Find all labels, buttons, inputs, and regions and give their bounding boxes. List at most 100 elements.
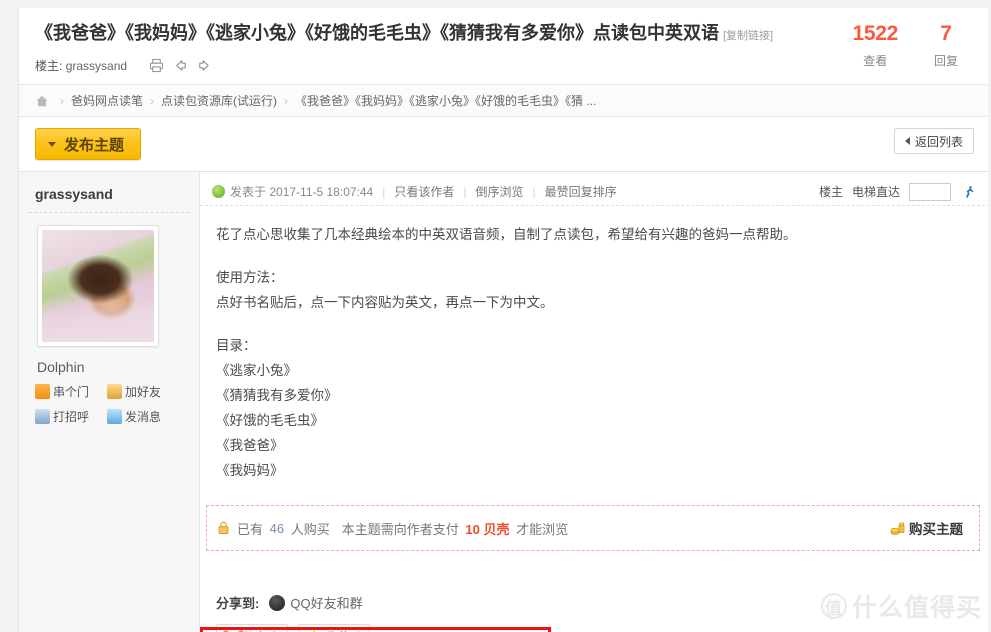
post-main: 发表于 2017-11-5 18:07:44 | 只看该作者 | 倒序浏览 | … bbox=[200, 172, 990, 632]
replies-count: 7 bbox=[940, 22, 952, 45]
meta-separator-1: | bbox=[382, 184, 386, 199]
post-meta-right: 楼主 电梯直达 bbox=[818, 182, 976, 201]
only-author-link[interactable]: 只看该作者 bbox=[394, 183, 454, 200]
breadcrumb-item-0[interactable]: 爸妈网点读笔 bbox=[71, 92, 143, 109]
add-friend-label: 加好友 bbox=[125, 385, 162, 399]
meta-separator-2: | bbox=[463, 184, 467, 199]
best-reply-order-link[interactable]: 最赞回复排序 bbox=[545, 183, 617, 200]
elevator-label: 电梯直达 bbox=[851, 185, 900, 199]
breadcrumb-separator: › bbox=[60, 93, 64, 108]
thread-counters: 1522 查看 7 回复 bbox=[852, 22, 966, 69]
handshake-icon bbox=[107, 384, 122, 399]
usage-title: 使用方法： bbox=[216, 270, 284, 285]
share-button-label: 分享 bbox=[242, 627, 267, 632]
thread-title-text: 《我爸爸》《我妈妈》《逃家小兔》《好饿的毛毛虫》《猜猜我有多爱你》点读包中英双语 bbox=[35, 23, 719, 43]
purchase-notice: 已有 46 人购买 本主题需向作者支付 10 贝壳 才能浏览 购买主题 bbox=[206, 505, 980, 551]
share-label: 分享到: bbox=[216, 596, 260, 611]
replies-label: 回复 bbox=[933, 54, 958, 68]
watermark: 值 什么值得买 bbox=[820, 588, 982, 624]
toc-title: 目录： bbox=[216, 338, 257, 353]
post-meta-bar: 发表于 2017-11-5 18:07:44 | 只看该作者 | 倒序浏览 | … bbox=[200, 178, 990, 206]
author-rank: Dolphin bbox=[37, 359, 85, 375]
breadcrumb-separator-2: › bbox=[150, 93, 155, 108]
buyers-text-after: 人购买 bbox=[290, 521, 330, 537]
breadcrumb: › 爸妈网点读笔 › 点读包资源库(试运行) › 《我爸爸》《我妈妈》《逃家小兔… bbox=[19, 85, 990, 117]
post-container: grassysand Dolphin 串个门 加好友 打招呼 发消息 发表于 2… bbox=[19, 171, 990, 632]
envelope-icon bbox=[107, 409, 122, 424]
thread-subline: 楼主: grassysand bbox=[35, 57, 974, 74]
watermark-text: 什么值得买 bbox=[851, 594, 982, 622]
send-message-link[interactable]: 发消息 bbox=[107, 408, 185, 425]
reverse-order-link[interactable]: 倒序浏览 bbox=[476, 183, 524, 200]
post-intro: 花了点心思收集了几本经典绘本的中英双语音频，自制了点读包，希望给有兴趣的爸妈一点… bbox=[216, 227, 797, 242]
buy-topic-button[interactable]: 购买主题 bbox=[890, 518, 963, 538]
action-bar: 发布主题 返回列表 bbox=[19, 117, 990, 171]
views-count: 1522 bbox=[852, 22, 898, 45]
favorite-button[interactable]: 收藏 4 bbox=[297, 624, 371, 632]
buyers-text-before: 已有 bbox=[237, 521, 264, 537]
author-username[interactable]: grassysand bbox=[35, 186, 185, 202]
page-title: 《我爸爸》《我妈妈》《逃家小兔》《好饿的毛毛虫》《猜猜我有多爱你》点读包中英双语… bbox=[35, 22, 974, 47]
back-to-list-label: 返回列表 bbox=[914, 134, 963, 149]
author-card: grassysand Dolphin 串个门 加好友 打招呼 发消息 bbox=[19, 172, 200, 632]
greet-link[interactable]: 打招呼 bbox=[35, 408, 101, 425]
price-value: 10 贝壳 bbox=[465, 521, 510, 537]
avatar-image bbox=[42, 230, 154, 342]
replies-counter: 7 回复 bbox=[926, 22, 966, 69]
send-message-label: 发消息 bbox=[125, 410, 162, 424]
greet-label: 打招呼 bbox=[53, 410, 90, 424]
breadcrumb-current: 《我爸爸》《我妈妈》《逃家小兔》《好饿的毛毛虫》《猜 ... bbox=[295, 94, 597, 108]
toc-item: 《我妈妈》 bbox=[216, 463, 284, 478]
breadcrumb-separator-3: › bbox=[284, 93, 289, 108]
prev-arrow-icon[interactable] bbox=[173, 58, 188, 73]
share-buttons: 分享 0 收藏 4 bbox=[216, 624, 990, 632]
thread-author-prefix: 楼主: bbox=[35, 59, 63, 73]
share-button[interactable]: 分享 0 bbox=[216, 624, 288, 632]
visit-home-link[interactable]: 串个门 bbox=[35, 383, 101, 400]
requirement-prefix: 本主题需向作者支付 bbox=[341, 521, 459, 537]
run-jump-icon[interactable] bbox=[960, 184, 976, 200]
qq-penguin-icon[interactable] bbox=[269, 594, 286, 611]
back-to-list-button[interactable]: 返回列表 bbox=[893, 128, 974, 154]
post-topic-button[interactable]: 发布主题 bbox=[35, 128, 142, 160]
breadcrumb-item-1[interactable]: 点读包资源库(试运行) bbox=[161, 92, 277, 109]
toc-item: 《猜猜我有多爱你》 bbox=[216, 388, 338, 403]
home-icon bbox=[35, 384, 50, 399]
chevron-left-icon bbox=[904, 137, 910, 145]
avatar[interactable] bbox=[37, 225, 159, 347]
coins-icon bbox=[890, 521, 906, 536]
home-icon[interactable] bbox=[35, 94, 49, 108]
lock-icon bbox=[217, 521, 230, 535]
copy-link-button[interactable]: [复制链接] bbox=[723, 30, 773, 42]
chevron-down-icon bbox=[48, 141, 56, 147]
print-icon[interactable] bbox=[149, 58, 164, 73]
share-qq-link[interactable]: QQ好友和群 bbox=[290, 593, 362, 612]
post-topic-label: 发布主题 bbox=[64, 136, 125, 154]
watermark-mark: 值 bbox=[820, 593, 847, 619]
requirement-suffix: 才能浏览 bbox=[516, 521, 569, 537]
speech-bubble-icon bbox=[35, 409, 50, 424]
thread-header: 《我爸爸》《我妈妈》《逃家小兔》《好饿的毛毛虫》《猜猜我有多爱你》点读包中英双语… bbox=[19, 8, 990, 85]
buyers-count: 46 bbox=[269, 520, 285, 536]
online-status-icon bbox=[212, 185, 225, 198]
post-content: 花了点心思收集了几本经典绘本的中英双语音频，自制了点读包，希望给有兴趣的爸妈一点… bbox=[200, 206, 990, 483]
toc-item: 《好饿的毛毛虫》 bbox=[216, 413, 324, 428]
thread-card: 《我爸爸》《我妈妈》《逃家小兔》《好饿的毛毛虫》《猜猜我有多爱你》点读包中英双语… bbox=[18, 8, 991, 632]
views-counter: 1522 查看 bbox=[852, 22, 898, 69]
posted-time: 2017-11-5 18:07:44 bbox=[269, 184, 374, 199]
posted-prefix: 发表于 bbox=[230, 185, 267, 199]
usage-text: 点好书名贴后，点一下内容贴为英文，再点一下为中文。 bbox=[216, 295, 554, 310]
elevator-input[interactable] bbox=[909, 182, 951, 201]
toc-item: 《我爸爸》 bbox=[216, 438, 284, 453]
thread-author-name[interactable]: grassysand bbox=[66, 59, 127, 73]
next-arrow-icon[interactable] bbox=[197, 58, 212, 73]
meta-separator-3: | bbox=[532, 184, 536, 199]
floor-label: 楼主 bbox=[818, 185, 843, 199]
visit-home-label: 串个门 bbox=[53, 385, 90, 399]
toc-item: 《逃家小兔》 bbox=[216, 363, 297, 378]
buy-topic-label: 购买主题 bbox=[909, 522, 963, 537]
thread-head-icons bbox=[149, 58, 212, 73]
add-friend-link[interactable]: 加好友 bbox=[107, 383, 185, 400]
